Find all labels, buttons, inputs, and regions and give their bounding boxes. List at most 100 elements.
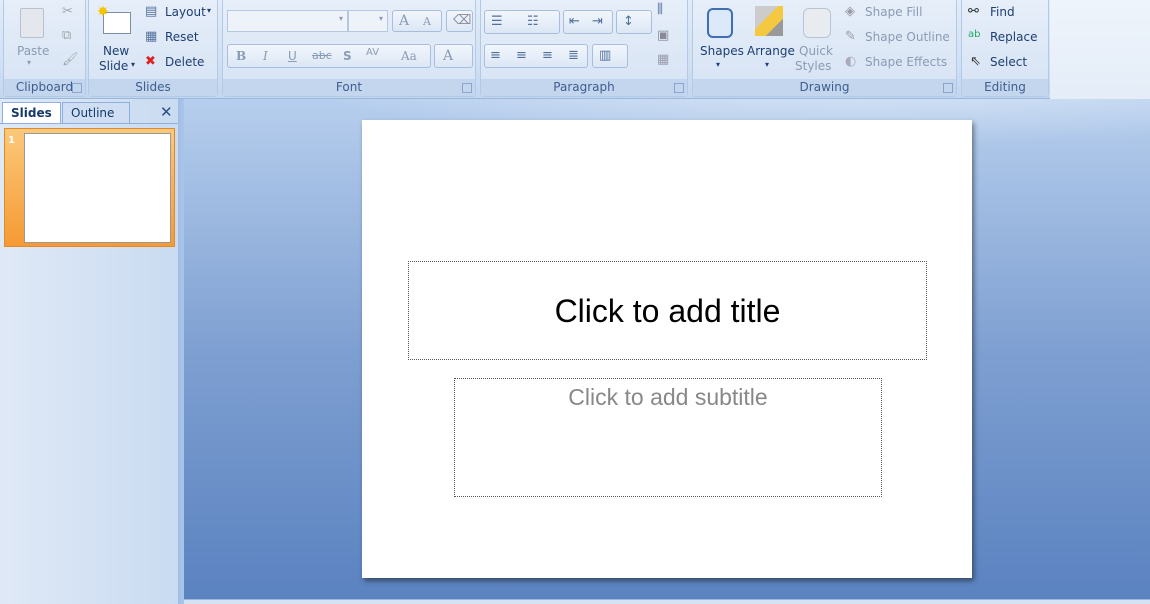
sparkle-icon: ✸ xyxy=(97,4,109,20)
group-label: Slides xyxy=(89,79,217,96)
clear-formatting-button[interactable]: ⌫ xyxy=(446,10,473,32)
new-slide-label: New xyxy=(103,44,130,58)
reset-label: Reset xyxy=(165,30,199,44)
font-size-buttons: A A xyxy=(392,10,442,32)
replace-label: Replace xyxy=(990,30,1038,44)
chevron-down-icon: ▾ xyxy=(131,60,136,69)
bold-button[interactable]: B xyxy=(236,49,246,63)
increase-indent-icon[interactable]: ⇥ xyxy=(592,14,603,29)
tab-outline[interactable]: Outline xyxy=(62,102,130,123)
line-spacing-button[interactable]: ↕ xyxy=(616,10,652,34)
layout-button[interactable]: ▤ Layout ▾ xyxy=(143,4,217,22)
shape-outline-label: Shape Outline xyxy=(865,30,950,44)
shape-fill-button[interactable]: ◈ Shape Fill xyxy=(843,4,955,22)
group-label: Drawing xyxy=(693,79,956,96)
change-case-button[interactable]: Aa xyxy=(401,49,417,63)
bullets-icon[interactable]: ☰ xyxy=(491,14,503,29)
shape-outline-button[interactable]: ✎ Shape Outline xyxy=(843,29,955,47)
close-icon[interactable]: ✕ xyxy=(160,103,173,121)
align-center-icon[interactable]: ≡ xyxy=(516,48,527,63)
find-button[interactable]: ⚯ Find xyxy=(966,4,1046,22)
replace-button[interactable]: ab Replace xyxy=(966,29,1046,47)
eraser-icon: ⌫ xyxy=(453,13,472,28)
italic-button[interactable]: I xyxy=(263,49,268,63)
copy-icon[interactable]: ⧉ xyxy=(62,28,71,43)
chevron-down-icon: ▾ xyxy=(765,60,770,69)
shape-effects-label: Shape Effects xyxy=(865,55,948,69)
title-placeholder[interactable]: Click to add title xyxy=(408,261,927,360)
shrink-font-button[interactable]: A xyxy=(423,15,431,28)
delete-icon: ✖ xyxy=(145,54,156,69)
slide-canvas: Click to add title Click to add subtitle xyxy=(362,120,972,578)
chevron-down-icon: ▾ xyxy=(27,58,32,67)
reset-icon: ▦ xyxy=(145,29,158,44)
delete-label: Delete xyxy=(165,55,205,69)
shadow-button[interactable]: S xyxy=(343,49,352,63)
group-label: Paragraph xyxy=(481,79,687,96)
text-direction-icon[interactable]: ⫼ xyxy=(657,2,663,17)
alignment-buttons: ≡ ≡ ≡ ≣ xyxy=(484,44,588,68)
columns-icon: ▥ xyxy=(599,48,612,63)
cursor-icon: ⇖ xyxy=(970,54,981,69)
font-color-button[interactable]: A xyxy=(434,44,473,68)
group-clipboard: Paste ▾ ✂ ⧉ 🖌 Clipboard xyxy=(3,0,86,97)
dialog-launcher-icon[interactable] xyxy=(943,83,953,93)
paste-button[interactable]: Paste ▾ xyxy=(10,4,54,72)
quick-styles-button[interactable]: Quick Styles xyxy=(795,4,841,74)
shape-fill-label: Shape Fill xyxy=(865,5,923,19)
arrange-label: Arrange xyxy=(747,44,795,58)
smartart-icon[interactable]: ▦ xyxy=(657,52,669,67)
character-spacing-button[interactable]: AV xyxy=(366,47,379,58)
new-slide-button[interactable]: ✸ New Slide ▾ xyxy=(93,4,137,74)
shape-effects-button[interactable]: ◐ Shape Effects xyxy=(843,54,955,72)
tab-slides[interactable]: Slides xyxy=(2,102,61,123)
replace-icon: ab xyxy=(968,29,981,40)
numbering-icon[interactable]: ☷ xyxy=(527,14,539,29)
dialog-launcher-icon[interactable] xyxy=(462,83,472,93)
subtitle-placeholder[interactable]: Click to add subtitle xyxy=(454,378,882,497)
binoculars-icon: ⚯ xyxy=(968,4,979,19)
align-text-icon[interactable]: ▣ xyxy=(657,28,669,43)
grow-font-button[interactable]: A xyxy=(399,13,409,29)
quick-styles-icon xyxy=(803,8,831,38)
select-button[interactable]: ⇖ Select xyxy=(966,54,1046,72)
group-font: ▾ ▾ A A ⌫ B I U abc S AV Aa A Font xyxy=(222,0,476,97)
justify-icon[interactable]: ≣ xyxy=(568,48,579,63)
align-left-icon[interactable]: ≡ xyxy=(490,48,501,63)
shapes-icon xyxy=(707,8,733,38)
horizontal-scrollbar[interactable] xyxy=(184,599,1150,604)
dialog-launcher-icon[interactable] xyxy=(674,83,684,93)
font-name-combo[interactable]: ▾ xyxy=(227,10,348,32)
paint-bucket-icon: ◈ xyxy=(845,4,855,19)
slides-panel: Slides Outline ✕ 1 xyxy=(0,99,181,604)
effects-icon: ◐ xyxy=(845,54,857,69)
indent-buttons: ⇤ ⇥ xyxy=(563,10,613,34)
shapes-button[interactable]: Shapes ▾ xyxy=(697,4,744,74)
reset-button[interactable]: ▦ Reset xyxy=(143,29,213,47)
columns-button[interactable]: ▥ xyxy=(592,44,628,68)
font-size-combo[interactable]: ▾ xyxy=(348,10,388,32)
dialog-launcher-icon[interactable] xyxy=(72,83,82,93)
strikethrough-button[interactable]: abc xyxy=(312,49,332,62)
chevron-down-icon: ▾ xyxy=(207,6,212,15)
group-paragraph: ☰ ☷ ⇤ ⇥ ↕ ⫼ ▣ ▦ ≡ ≡ ≡ ≣ ▥ Paragraph xyxy=(480,0,688,97)
paste-label: Paste xyxy=(17,44,50,58)
group-drawing: Shapes ▾ Arrange ▾ Quick Styles ◈ Shape … xyxy=(692,0,957,97)
select-label: Select xyxy=(990,55,1028,69)
arrange-button[interactable]: Arrange ▾ xyxy=(745,4,795,74)
group-slides: ✸ New Slide ▾ ▤ Layout ▾ ▦ Reset ✖ Delet… xyxy=(88,0,218,97)
pen-outline-icon: ✎ xyxy=(845,29,856,44)
align-right-icon[interactable]: ≡ xyxy=(542,48,553,63)
layout-icon: ▤ xyxy=(145,4,158,19)
decrease-indent-icon[interactable]: ⇤ xyxy=(569,14,580,29)
slide-thumbnail[interactable]: 1 xyxy=(4,128,175,247)
delete-button[interactable]: ✖ Delete xyxy=(143,54,213,72)
quick-styles-label: Quick xyxy=(799,44,833,58)
group-editing: ⚯ Find ab Replace ⇖ Select Editing xyxy=(961,0,1049,97)
underline-button[interactable]: U xyxy=(288,49,297,63)
find-label: Find xyxy=(990,5,1015,19)
slide-number: 1 xyxy=(8,135,15,146)
cut-icon[interactable]: ✂ xyxy=(62,4,73,19)
line-spacing-icon: ↕ xyxy=(623,14,634,29)
format-painter-icon[interactable]: 🖌 xyxy=(62,52,79,67)
